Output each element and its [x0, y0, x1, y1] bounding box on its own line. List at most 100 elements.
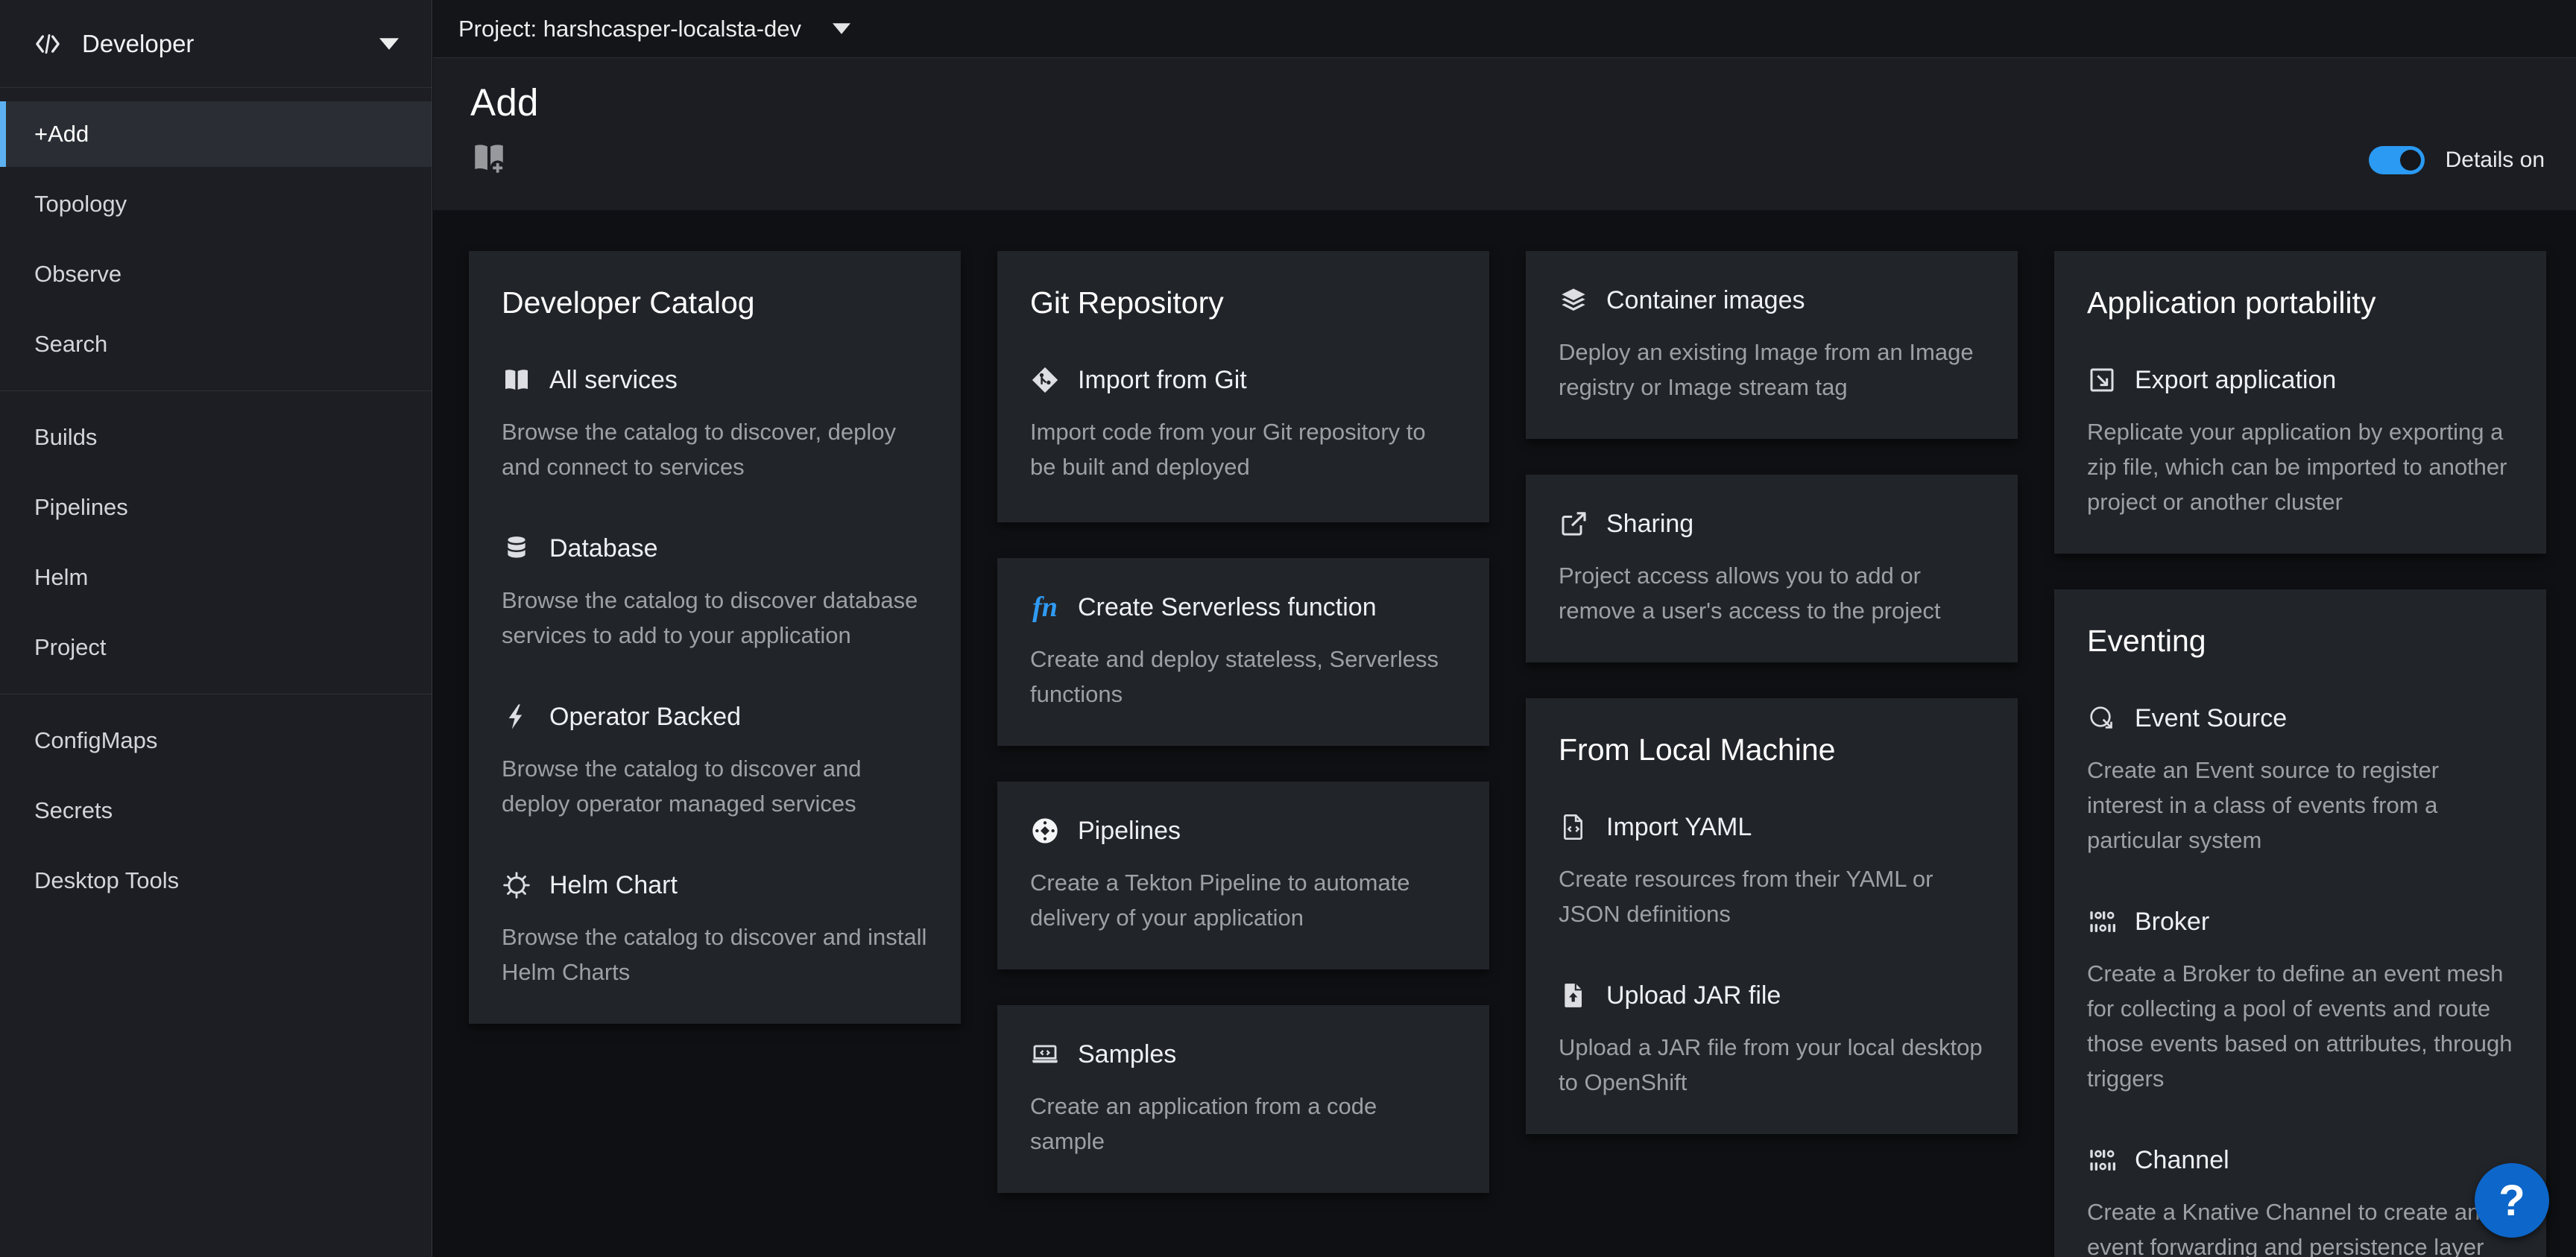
add-item-export-application[interactable]: Export application Replicate your applic… [2087, 365, 2513, 519]
add-item-create-serverless-function[interactable]: fn Create Serverless function Create and… [1030, 592, 1456, 712]
sidebar-item-configmaps[interactable]: ConfigMaps [0, 708, 432, 773]
card-title: Application portability [2087, 285, 2513, 320]
card-title: From Local Machine [1559, 732, 1985, 767]
item-title: Import from Git [1078, 366, 1247, 395]
add-item-helm-chart[interactable]: Helm Chart Browse the catalog to discove… [502, 870, 928, 990]
add-item-event-source[interactable]: Event Source Create an Event source to r… [2087, 703, 2513, 858]
sidebar-item-add[interactable]: +Add [0, 101, 432, 167]
details-toggle: Details on [2369, 146, 2545, 174]
item-title: Helm Chart [549, 871, 678, 900]
event-source-icon [2087, 703, 2117, 733]
add-item-samples[interactable]: Samples Create an application from a cod… [1030, 1039, 1456, 1159]
details-switch[interactable] [2369, 146, 2425, 174]
add-item-database[interactable]: Database Browse the catalog to discover … [502, 533, 928, 653]
file-upload-icon [1559, 981, 1588, 1010]
serverless-fn-icon: fn [1030, 592, 1060, 622]
chevron-down-icon [833, 23, 850, 34]
samples-laptop-icon [1030, 1039, 1060, 1069]
item-title: Upload JAR file [1606, 981, 1781, 1010]
item-description: Upload a JAR file from your local deskto… [1559, 1030, 1985, 1100]
page-title: Add [470, 80, 2546, 124]
item-title: Database [549, 534, 658, 563]
cards-column-3: Container images Deploy an existing Imag… [1526, 251, 2018, 1134]
add-cards-grid: Developer Catalog All services Browse th… [433, 210, 2576, 1257]
card-sharing: Sharing Project access allows you to add… [1526, 475, 2018, 662]
cards-column-1: Developer Catalog All services Browse th… [469, 251, 961, 1024]
card-samples: Samples Create an application from a cod… [997, 1005, 1489, 1193]
details-toggle-label: Details on [2446, 148, 2545, 173]
project-bar: Project: harshcasper-localsta-dev [433, 0, 2576, 58]
broker-icon [2087, 907, 2117, 937]
project-selector-label: Project: harshcasper-localsta-dev [458, 16, 801, 42]
item-title: Create Serverless function [1078, 593, 1377, 622]
item-description: Create a Tekton Pipeline to automate del… [1030, 865, 1456, 935]
card-eventing: Eventing Event Source Create an Event so… [2054, 589, 2546, 1257]
question-mark-icon: ? [2498, 1176, 2525, 1226]
perspective-label: Developer [82, 30, 194, 58]
item-title: Event Source [2135, 704, 2287, 733]
card-application-portability: Application portability Export applicati… [2054, 251, 2546, 554]
sidebar-item-project[interactable]: Project [0, 615, 432, 680]
nav-group-resources: Builds Pipelines Helm Project [0, 390, 432, 694]
code-icon [33, 29, 63, 59]
sidebar-item-topology[interactable]: Topology [0, 171, 432, 237]
item-title: Broker [2135, 908, 2209, 937]
add-item-all-services[interactable]: All services Browse the catalog to disco… [502, 365, 928, 484]
item-description: Create and deploy stateless, Serverless … [1030, 642, 1456, 712]
item-description: Create an Event source to register inter… [2087, 753, 2513, 858]
card-pipelines: Pipelines Create a Tekton Pipeline to au… [997, 782, 1489, 969]
file-code-icon [1559, 812, 1588, 842]
help-button[interactable]: ? [2475, 1163, 2549, 1238]
git-icon [1030, 365, 1060, 395]
export-icon [2087, 365, 2117, 395]
add-item-container-images[interactable]: Container images Deploy an existing Imag… [1559, 285, 1985, 405]
add-item-broker[interactable]: Broker Create a Broker to define an even… [2087, 907, 2513, 1096]
item-title: All services [549, 366, 678, 395]
item-description: Import code from your Git repository to … [1030, 414, 1456, 484]
sidebar-item-desktop-tools[interactable]: Desktop Tools [0, 848, 432, 914]
book-plus-icon[interactable] [470, 139, 508, 177]
item-description: Project access allows you to add or remo… [1559, 558, 1985, 628]
cards-column-2: Git Repository Import from Git Import co… [997, 251, 1489, 1193]
bolt-icon [502, 702, 531, 732]
item-title: Operator Backed [549, 703, 741, 732]
card-developer-catalog: Developer Catalog All services Browse th… [469, 251, 961, 1024]
item-description: Browse the catalog to discover and deplo… [502, 751, 928, 821]
add-item-pipelines[interactable]: Pipelines Create a Tekton Pipeline to au… [1030, 816, 1456, 935]
database-icon [502, 533, 531, 563]
sidebar: Developer +Add Topology Observe Search B… [0, 0, 432, 1257]
openshift-console-window: Developer +Add Topology Observe Search B… [0, 0, 2576, 1257]
item-description: Create a Knative Channel to create an ev… [2087, 1194, 2513, 1257]
nav-group-config: ConfigMaps Secrets Desktop Tools [0, 694, 432, 927]
item-description: Create resources from their YAML or JSON… [1559, 861, 1985, 931]
card-title: Eventing [2087, 624, 2513, 659]
item-description: Deploy an existing Image from an Image r… [1559, 335, 1985, 405]
sidebar-item-builds[interactable]: Builds [0, 405, 432, 470]
sidebar-item-observe[interactable]: Observe [0, 241, 432, 307]
cards-column-4: Application portability Export applicati… [2054, 251, 2546, 1257]
card-serverless-function: fn Create Serverless function Create and… [997, 558, 1489, 746]
add-item-import-from-git[interactable]: Import from Git Import code from your Gi… [1030, 365, 1456, 484]
item-title: Export application [2135, 366, 2336, 395]
card-title: Git Repository [1030, 285, 1456, 320]
add-item-upload-jar-file[interactable]: Upload JAR file Upload a JAR file from y… [1559, 981, 1985, 1100]
add-item-channel[interactable]: Channel Create a Knative Channel to crea… [2087, 1145, 2513, 1257]
channel-icon [2087, 1145, 2117, 1175]
item-description: Create a Broker to define an event mesh … [2087, 956, 2513, 1096]
page-header: Add Details on [433, 58, 2576, 210]
add-item-import-yaml[interactable]: Import YAML Create resources from their … [1559, 812, 1985, 931]
pipelines-icon [1030, 816, 1060, 846]
sidebar-item-pipelines[interactable]: Pipelines [0, 475, 432, 540]
item-description: Browse the catalog to discover and insta… [502, 919, 928, 990]
helm-icon [502, 870, 531, 900]
add-item-sharing[interactable]: Sharing Project access allows you to add… [1559, 509, 1985, 628]
perspective-switcher[interactable]: Developer [0, 0, 432, 88]
project-selector[interactable]: Project: harshcasper-localsta-dev [458, 16, 850, 42]
chevron-down-icon [379, 38, 399, 50]
add-item-operator-backed[interactable]: Operator Backed Browse the catalog to di… [502, 702, 928, 821]
sidebar-item-secrets[interactable]: Secrets [0, 778, 432, 843]
item-description: Create an application from a code sample [1030, 1089, 1456, 1159]
sidebar-item-helm[interactable]: Helm [0, 545, 432, 610]
sidebar-nav: +Add Topology Observe Search Builds Pipe… [0, 88, 432, 927]
sidebar-item-search[interactable]: Search [0, 311, 432, 377]
